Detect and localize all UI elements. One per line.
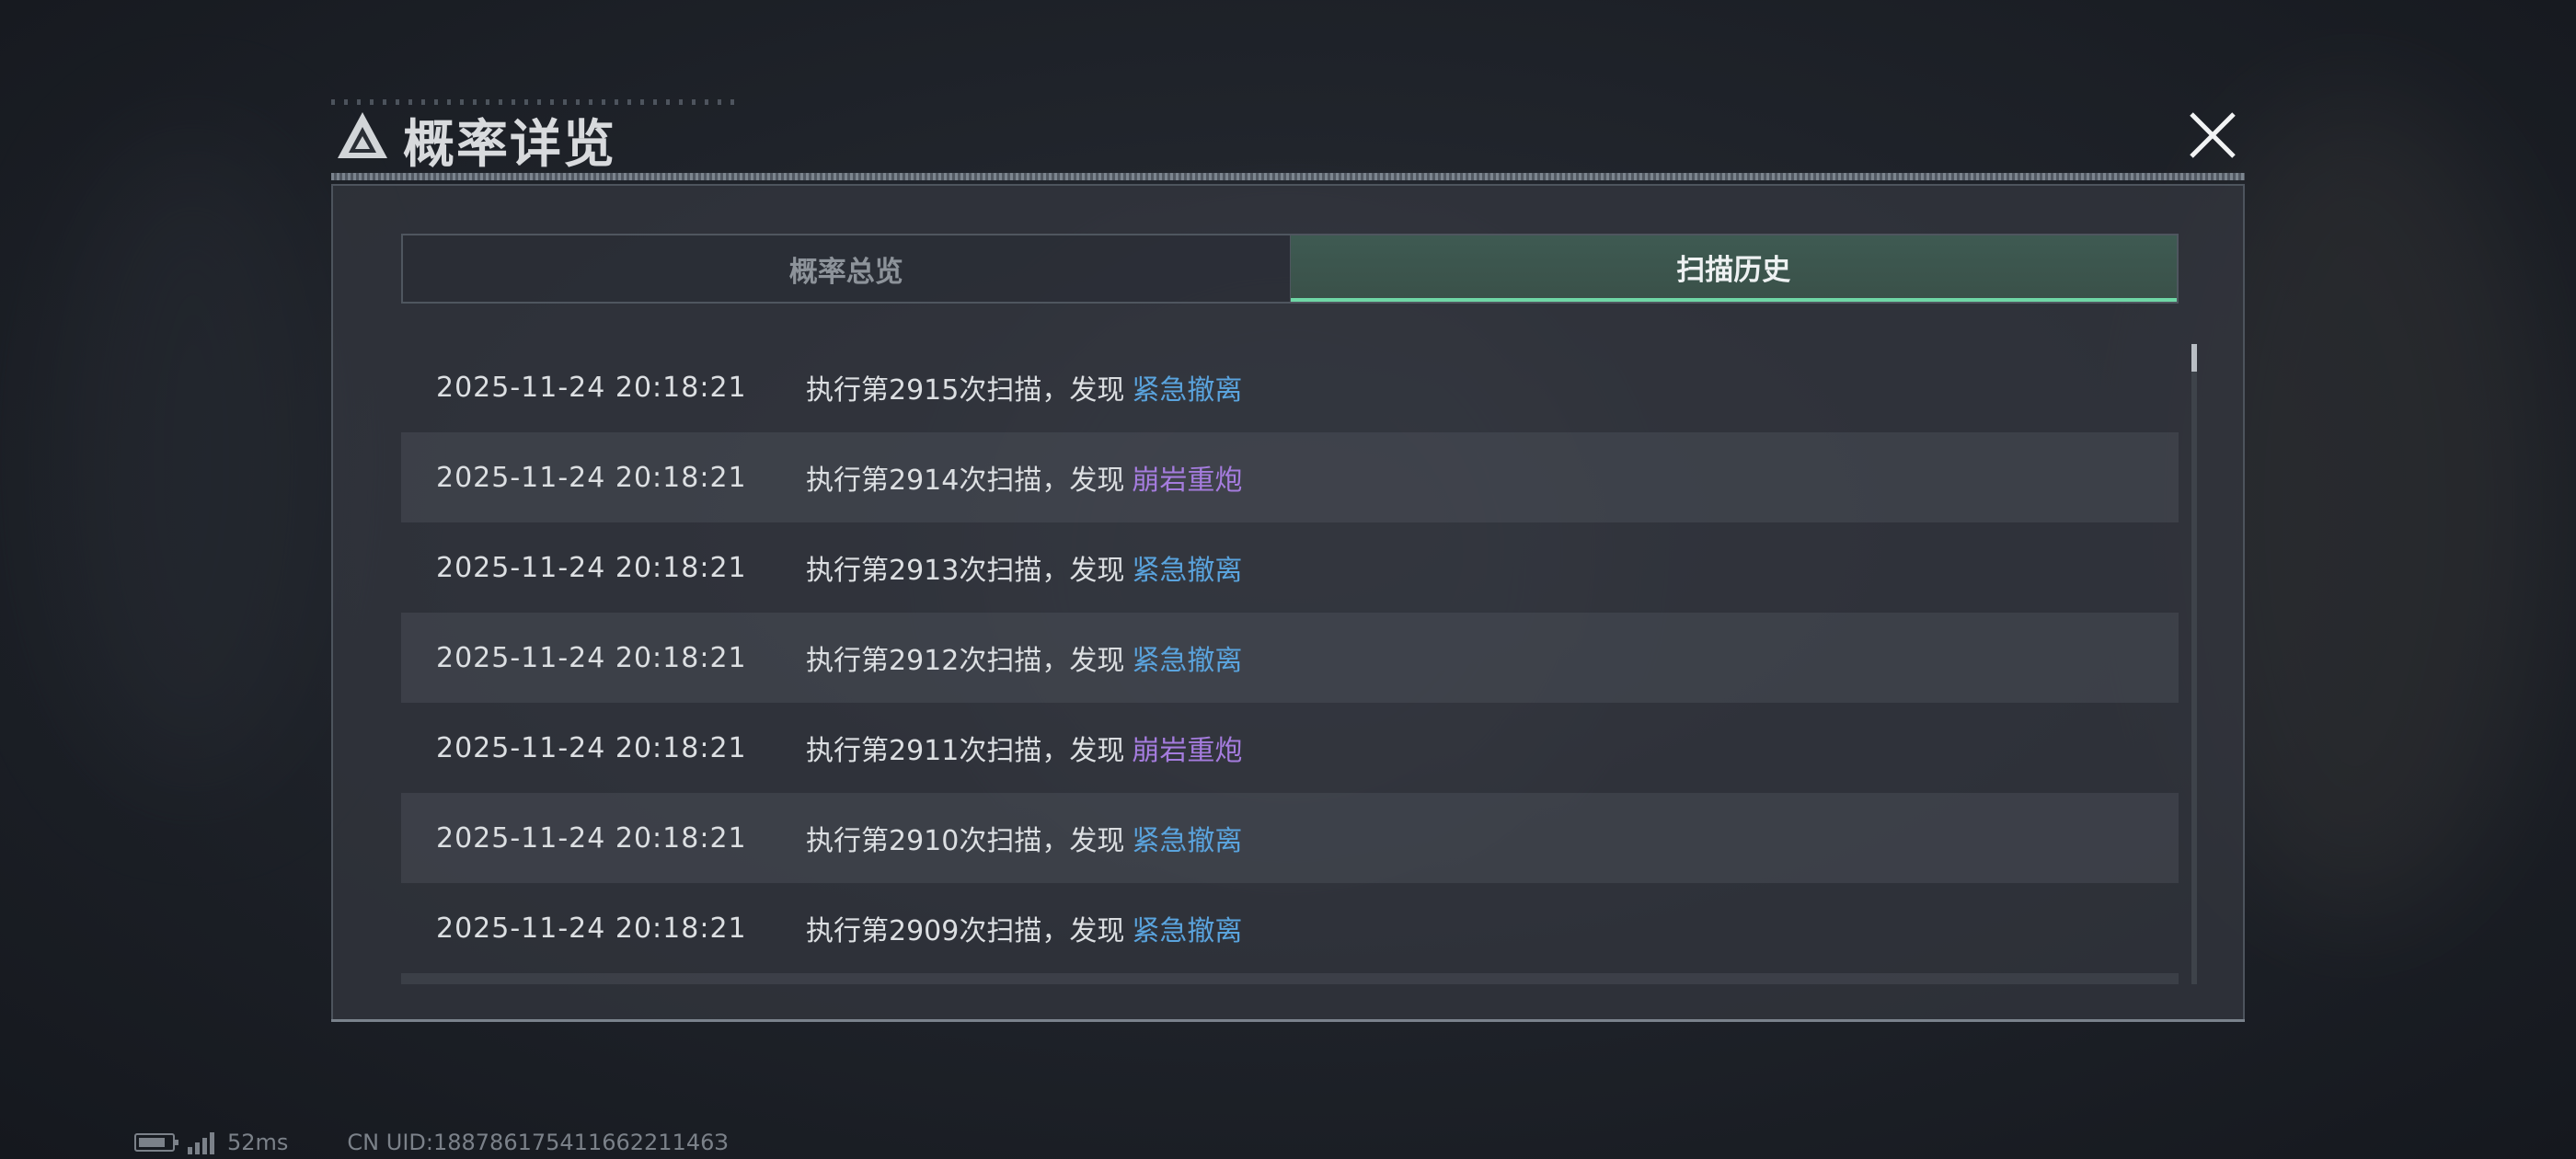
dialog-title-bar: 概率详览 (331, 99, 2245, 184)
history-message: 执行第2909次扫描，发现 紧急撤离 (806, 908, 2179, 948)
close-icon[interactable] (2180, 99, 2245, 173)
user-uid: CN UID:18878617541166221146З (347, 1130, 729, 1155)
history-row: 2025-11-24 20:18:21 执行第2912次扫描，发现 紧急撤离 (401, 613, 2179, 703)
history-message: 执行第2915次扫描，发现 紧急撤离 (806, 367, 2179, 407)
history-message-text: 执行第2915次扫描，发现 (806, 374, 1125, 407)
history-message: 执行第2911次扫描，发现 崩岩重炮 (806, 728, 2179, 768)
history-message-text: 执行第2913次扫描，发现 (806, 555, 1125, 587)
triangle-logo-icon (338, 112, 387, 158)
scroll-thumb[interactable] (2191, 344, 2197, 372)
history-row: 2025-11-24 20:18:21 执行第2909次扫描，发现 紧急撤离 (401, 883, 2179, 973)
scan-history-list[interactable]: 2025-11-24 20:18:21 执行第2915次扫描，发现 紧急撤离 2025… (401, 342, 2179, 986)
history-message-text: 执行第2909次扫描，发现 (806, 915, 1125, 947)
history-result: 崩岩重炮 (1132, 465, 1243, 497)
tab-probability-overview[interactable]: 概率总览 (403, 235, 1291, 302)
ping-value: 52ms (227, 1130, 289, 1155)
scrollbar[interactable] (2191, 344, 2197, 984)
history-time: 2025-11-24 20:18:21 (436, 912, 747, 945)
title-divider (331, 173, 2245, 180)
history-row: 2025-11-24 20:18:21 执行第2910次扫描，发现 紧急撤离 (401, 793, 2179, 883)
history-time: 2025-11-24 20:18:21 (436, 641, 747, 674)
history-row (401, 973, 2179, 984)
history-row: 2025-11-24 20:18:21 执行第2914次扫描，发现 崩岩重炮 (401, 432, 2179, 522)
history-time: 2025-11-24 20:18:21 (436, 551, 747, 584)
history-result: 紧急撤离 (1132, 915, 1243, 947)
panel-bottom-border (331, 1019, 2245, 1022)
dialog-panel: 概率总览 扫描历史 2025-11-24 20:18:21 执行第2915次扫描，… (331, 184, 2245, 1021)
history-message-text: 执行第2910次扫描，发现 (806, 825, 1125, 857)
history-message-text: 执行第2912次扫描，发现 (806, 645, 1125, 677)
history-result: 崩岩重炮 (1132, 735, 1243, 767)
signal-icon (188, 1130, 214, 1154)
status-bar: 52ms CN UID:18878617541166221146З (134, 1130, 729, 1155)
dialog-title: 概率详览 (403, 115, 616, 175)
history-message: 执行第2913次扫描，发现 紧急撤离 (806, 547, 2179, 588)
history-result: 紧急撤离 (1132, 825, 1243, 857)
history-time: 2025-11-24 20:18:21 (436, 821, 747, 855)
history-row: 2025-11-24 20:18:21 执行第2913次扫描，发现 紧急撤离 (401, 522, 2179, 613)
history-row: 2025-11-24 20:18:21 执行第2911次扫描，发现 崩岩重炮 (401, 703, 2179, 793)
history-result: 紧急撤离 (1132, 645, 1243, 677)
tab-scan-history[interactable]: 扫描历史 (1290, 235, 2177, 302)
history-time: 2025-11-24 20:18:21 (436, 461, 747, 494)
background-blur (55, 138, 331, 782)
history-time: 2025-11-24 20:18:21 (436, 371, 747, 404)
history-row: 2025-11-24 20:18:21 执行第2915次扫描，发现 紧急撤离 (401, 342, 2179, 432)
history-result: 紧急撤离 (1132, 374, 1243, 407)
history-time: 2025-11-24 20:18:21 (436, 731, 747, 764)
history-message-text: 执行第2911次扫描，发现 (806, 735, 1125, 767)
battery-icon (134, 1133, 178, 1152)
history-message: 执行第2910次扫描，发现 紧急撤离 (806, 818, 2179, 858)
history-message: 执行第2914次扫描，发现 崩岩重炮 (806, 457, 2179, 498)
history-result: 紧急撤离 (1132, 555, 1243, 587)
tab-bar: 概率总览 扫描历史 (401, 234, 2179, 304)
history-message: 执行第2912次扫描，发现 紧急撤离 (806, 637, 2179, 678)
history-message-text: 执行第2914次扫描，发现 (806, 465, 1125, 497)
